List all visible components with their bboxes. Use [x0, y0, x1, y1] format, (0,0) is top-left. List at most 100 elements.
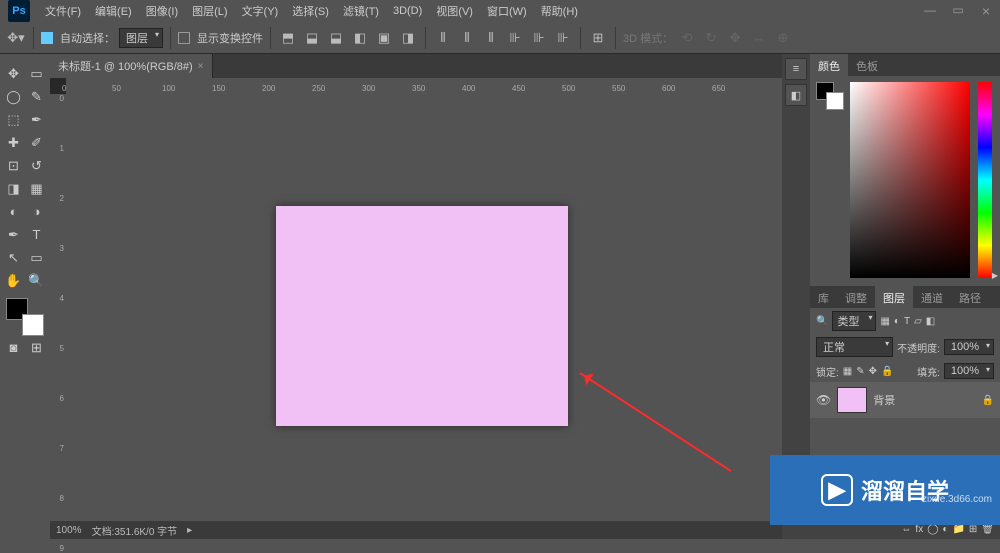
tab-swatches[interactable]: 色板 [848, 54, 886, 76]
auto-align-icon[interactable]: ⊞ [588, 28, 608, 48]
tool-shape[interactable]: ▭ [25, 247, 48, 268]
filter-shape-icon[interactable]: ▱ [914, 316, 922, 327]
distribute-vcenter-icon[interactable]: ⫴ [457, 28, 477, 48]
menu-view[interactable]: 视图(V) [429, 3, 480, 19]
move-tool-icon[interactable]: ✥▾ [6, 28, 26, 48]
menu-image[interactable]: 图像(I) [139, 3, 185, 19]
menu-filter[interactable]: 滤镜(T) [336, 3, 386, 19]
opacity-input[interactable]: 100% [944, 339, 994, 355]
canvas-area[interactable] [66, 94, 782, 521]
foreground-background-swatch[interactable] [6, 298, 44, 336]
auto-select-target-dropdown[interactable]: 图层 [119, 28, 163, 48]
distribute-right-icon[interactable]: ⊪ [553, 28, 573, 48]
tool-blur[interactable]: ◐ [2, 201, 25, 222]
tab-channels[interactable]: 通道 [913, 286, 951, 308]
window-close-icon[interactable]: × [972, 3, 1000, 19]
filter-smart-icon[interactable]: ◧ [926, 316, 935, 327]
tool-quickselect[interactable]: ✎ [25, 86, 48, 107]
align-left-icon[interactable]: ◧ [350, 28, 370, 48]
lock-pixels-icon[interactable]: ✎ [856, 366, 864, 377]
tool-hand[interactable]: ✋ [2, 270, 25, 291]
fill-input[interactable]: 100% [944, 363, 994, 379]
align-vcenter-icon[interactable]: ⬓ [302, 28, 322, 48]
menu-type[interactable]: 文字(Y) [235, 3, 286, 19]
tool-zoom[interactable]: 🔍 [25, 270, 48, 291]
new-layer-icon[interactable]: ⊞ [969, 524, 977, 535]
layer-thumbnail[interactable] [837, 387, 867, 413]
tool-quickmask[interactable]: ◙ [2, 337, 25, 358]
tool-path[interactable]: ↖ [2, 247, 25, 268]
tool-lasso[interactable]: ◯ [2, 86, 25, 107]
menu-edit[interactable]: 编辑(E) [88, 3, 139, 19]
panel-background-swatch[interactable] [826, 92, 844, 110]
hue-slider[interactable] [978, 82, 992, 278]
tab-libraries[interactable]: 库 [810, 286, 837, 308]
menu-file[interactable]: 文件(F) [38, 3, 88, 19]
status-docinfo[interactable]: 文档:351.6K/0 字节 [92, 523, 178, 538]
lock-all-icon[interactable]: 🔒 [881, 366, 893, 377]
filter-pixel-icon[interactable]: ▦ [880, 316, 889, 327]
align-right-icon[interactable]: ◨ [398, 28, 418, 48]
filter-adjust-icon[interactable]: ◐ [894, 316, 900, 327]
document-tab[interactable]: 未标题-1 @ 100%(RGB/8#) × [50, 54, 213, 78]
tab-layers[interactable]: 图层 [875, 286, 913, 308]
tool-brush[interactable]: ✐ [25, 132, 48, 153]
tool-artboard[interactable]: ▭ [25, 63, 48, 84]
layer-mask-icon[interactable]: ◯ [927, 524, 938, 535]
tool-eyedropper[interactable]: ✒ [25, 109, 48, 130]
layer-filter-dropdown[interactable]: 类型 [832, 311, 876, 331]
distribute-top-icon[interactable]: ⫴ [433, 28, 453, 48]
tab-adjustments[interactable]: 调整 [837, 286, 875, 308]
show-transform-checkbox[interactable] [178, 32, 190, 44]
ruler-vertical[interactable]: 0123456789 [50, 94, 66, 521]
ruler-horizontal[interactable]: 050100150200250300350400450500550600650 [66, 78, 782, 94]
tool-pen[interactable]: ✒ [2, 224, 25, 245]
delete-layer-icon[interactable]: 🗑 [981, 524, 994, 535]
tool-eraser[interactable]: ◨ [2, 178, 25, 199]
tool-crop[interactable]: ⬚ [2, 109, 25, 130]
distribute-bottom-icon[interactable]: ⫴ [481, 28, 501, 48]
new-group-icon[interactable]: 📁 [952, 524, 964, 535]
tool-history[interactable]: ↺ [25, 155, 48, 176]
lock-position-icon[interactable]: ✥ [869, 366, 877, 377]
tool-clone[interactable]: ⊡ [2, 155, 25, 176]
lock-transparency-icon[interactable]: ▦ [843, 366, 852, 377]
layer-name[interactable]: 背景 [873, 392, 895, 408]
layer-row[interactable]: 👁 背景 🔒 [810, 382, 1000, 418]
filter-type-icon[interactable]: T [904, 316, 910, 327]
tool-type[interactable]: T [25, 224, 48, 245]
auto-select-checkbox[interactable] [41, 32, 53, 44]
tab-paths[interactable]: 路径 [951, 286, 989, 308]
canvas[interactable] [276, 206, 568, 426]
layer-lock-icon[interactable]: 🔒 [982, 395, 994, 406]
align-hcenter-icon[interactable]: ▣ [374, 28, 394, 48]
tool-dodge[interactable]: ◑ [25, 201, 48, 222]
color-field[interactable] [850, 82, 970, 278]
tool-healing[interactable]: ✚ [2, 132, 25, 153]
background-color[interactable] [22, 314, 44, 336]
document-tab-close-icon[interactable]: × [198, 61, 204, 72]
layer-filter-kind-icon[interactable]: 🔍 [816, 316, 828, 327]
panel-icon-properties[interactable]: ◧ [785, 84, 807, 106]
window-restore-icon[interactable]: ▭ [944, 3, 972, 19]
link-layers-icon[interactable]: ⇔ [901, 524, 911, 535]
menu-window[interactable]: 窗口(W) [480, 3, 534, 19]
tool-gradient[interactable]: ▦ [25, 178, 48, 199]
menu-3d[interactable]: 3D(D) [386, 5, 429, 17]
distribute-hcenter-icon[interactable]: ⊪ [529, 28, 549, 48]
status-zoom[interactable]: 100% [56, 525, 82, 536]
menu-help[interactable]: 帮助(H) [534, 3, 585, 19]
tool-screenmode[interactable]: ⊞ [25, 337, 48, 358]
layer-visibility-icon[interactable]: 👁 [816, 393, 831, 407]
tool-move[interactable]: ✥ [2, 63, 25, 84]
new-adjustment-icon[interactable]: ◐ [942, 524, 948, 535]
tab-color[interactable]: 颜色 [810, 54, 848, 76]
panel-icon-history[interactable]: ≡ [785, 58, 807, 80]
status-chevron-icon[interactable]: ▸ [187, 525, 192, 536]
window-minimize-icon[interactable]: — [916, 3, 944, 19]
menu-select[interactable]: 选择(S) [285, 3, 336, 19]
layer-fx-icon[interactable]: fx [915, 524, 923, 535]
menu-layer[interactable]: 图层(L) [185, 3, 234, 19]
blend-mode-dropdown[interactable]: 正常 [816, 337, 893, 357]
align-top-icon[interactable]: ⬒ [278, 28, 298, 48]
